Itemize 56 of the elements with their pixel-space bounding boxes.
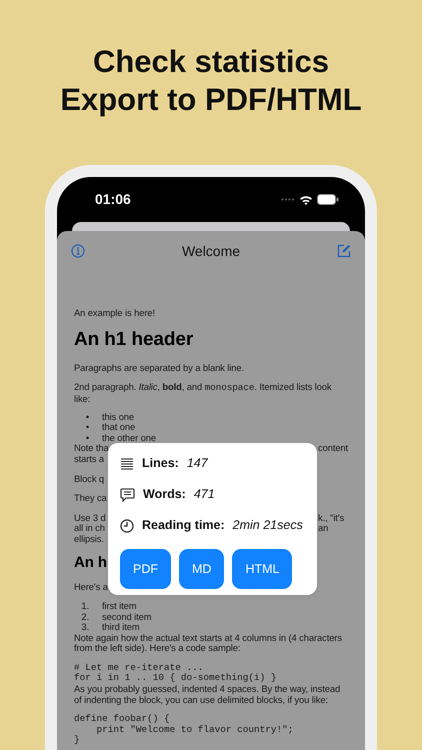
text-fragment: k., "it's: [318, 512, 344, 524]
paragraph: An example is here!: [74, 308, 156, 319]
paragraph: Paragraphs are separated by a blank line.: [74, 362, 245, 374]
code-line: print "Welcome to flavor country!";: [96, 724, 294, 736]
bullet: •: [86, 432, 90, 444]
battery-icon: [317, 194, 339, 205]
stat-value: 2min 21secs: [232, 517, 303, 534]
list-item: third item: [102, 622, 141, 633]
export-button[interactable]: MD: [179, 549, 224, 589]
export-button[interactable]: PDF: [120, 549, 171, 589]
text-fragment: all in ch: [74, 523, 105, 534]
paragraph: Note again how the actual text starts at 4 columns in (4 characters from the left side). Here's a code sample:: [74, 632, 343, 654]
text-fragment: content: [318, 443, 348, 454]
paragraph: 2nd paragraph. Italic, bold, and monospace. Itemized lists look like:: [74, 382, 332, 404]
text-fragment: Note tha: [74, 443, 109, 454]
text-fragment: They ca: [74, 493, 107, 504]
lines-icon: [120, 458, 134, 470]
bullet: •: [86, 422, 90, 433]
heading: An h: [74, 554, 107, 572]
code-line: for i in 1 .. 10 { do-something(i) }: [74, 673, 278, 684]
paragraph: As you probably guessed, indented 4 spaces. By the way, instead of indenting the block, you can use delimited blocks, if you like:: [74, 684, 342, 706]
list-item: this one: [102, 412, 136, 422]
text-fragment: Use 3 d: [74, 512, 106, 524]
list-item: that one: [102, 422, 136, 433]
info-icon[interactable]: [71, 244, 85, 258]
export-button[interactable]: HTML: [232, 549, 292, 589]
list-number: 1.: [81, 601, 90, 612]
code-line: }: [74, 735, 81, 746]
list-item: second item: [102, 612, 152, 622]
list-number: 3.: [81, 622, 90, 633]
edit-icon[interactable]: [337, 244, 351, 258]
stat-value: 471: [194, 486, 215, 504]
clock-icon: [120, 518, 134, 532]
text-fragment: Here's a: [74, 582, 108, 592]
text-fragment: Block q: [74, 474, 104, 484]
text-fragment: starts a: [74, 454, 104, 465]
stat-label: Reading time:: [142, 517, 225, 534]
headline: Check statistics: [92, 43, 330, 81]
bullet: •: [86, 412, 90, 422]
text-fragment: ellipsis.: [74, 534, 104, 545]
stat-value: 147: [186, 455, 208, 472]
text-fragment: an: [318, 523, 328, 534]
list-number: 2.: [81, 612, 90, 622]
list-item: first item: [102, 601, 138, 612]
nav-title: Welcome: [182, 242, 240, 260]
wifi-icon: [299, 194, 313, 204]
code-line: # Let me re-iterate ...: [74, 662, 204, 673]
code-line: define foobar() {: [74, 714, 171, 725]
list-item: the other one: [102, 432, 157, 444]
status-time: 01:06: [95, 190, 131, 209]
headline: Export to PDF/HTML: [60, 81, 362, 119]
stat-label: Words:: [143, 486, 186, 504]
heading: An h1 header: [74, 328, 194, 351]
stat-label: Lines:: [142, 455, 179, 472]
speech-bubble-icon: [120, 488, 135, 502]
signal-icon: [281, 198, 295, 201]
